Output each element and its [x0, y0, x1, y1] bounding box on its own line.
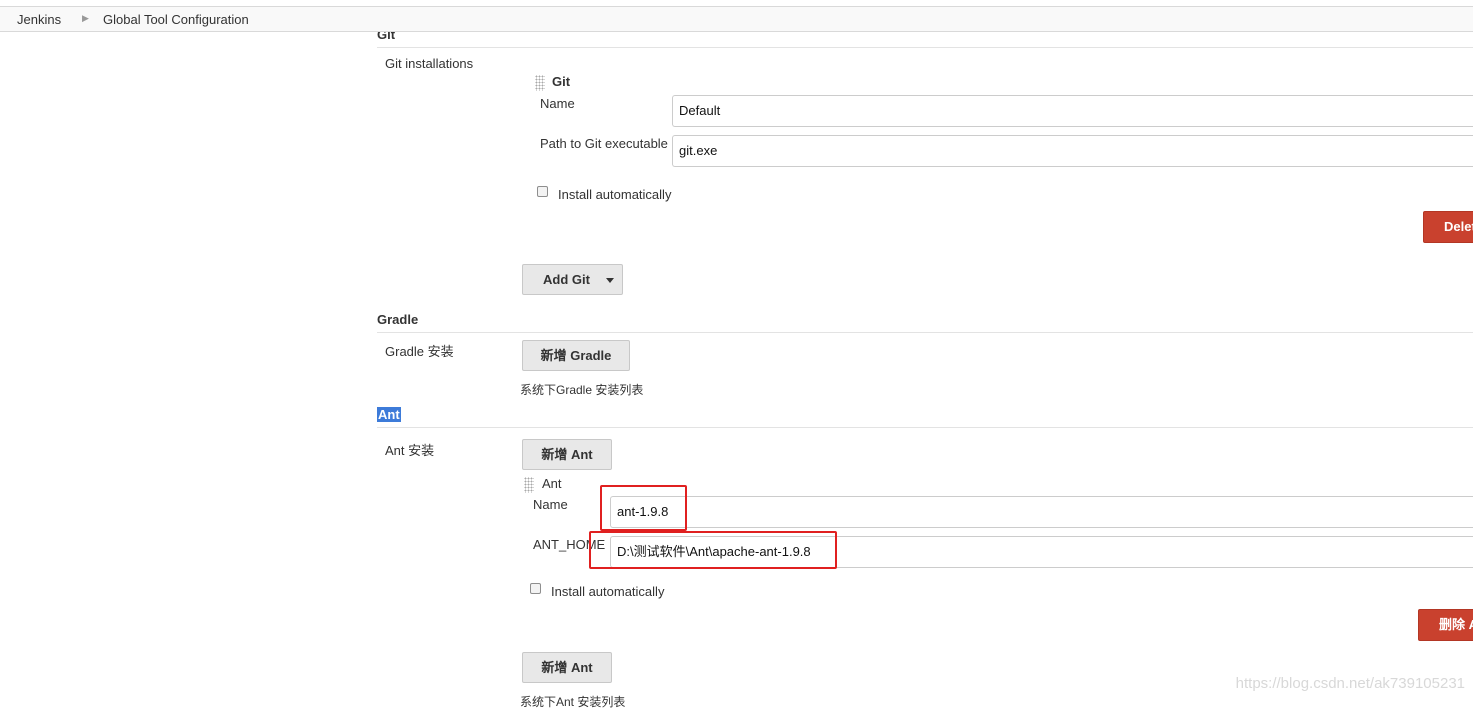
ant-item-title: Ant [542, 476, 562, 491]
caret-down-icon[interactable] [606, 278, 614, 283]
add-gradle-button[interactable]: 新增 Gradle [522, 340, 630, 371]
section-divider [377, 47, 1473, 48]
section-divider [377, 332, 1473, 333]
breadcrumb-global-tool-configuration[interactable]: Global Tool Configuration [103, 12, 249, 27]
chevron-right-icon: ▶ [82, 13, 89, 23]
drag-handle-icon[interactable] [524, 477, 534, 493]
gradle-install-label: Gradle 安装 [385, 344, 454, 359]
git-name-input[interactable]: Default [672, 95, 1473, 127]
ant-name-input[interactable]: ant-1.9.8 [610, 496, 1473, 528]
highlight-box [600, 485, 687, 531]
breadcrumb-jenkins[interactable]: Jenkins [17, 12, 61, 27]
section-title-gradle: Gradle [377, 312, 419, 327]
git-path-label: Path to Git executable [540, 136, 668, 151]
drag-handle-icon[interactable] [535, 75, 545, 91]
git-installations-label: Git installations [385, 56, 474, 71]
git-install-automatically-checkbox[interactable] [537, 186, 548, 197]
breadcrumb: Jenkins ▶ Global Tool Configuration [0, 6, 1473, 32]
add-git-label: Add Git [543, 272, 590, 287]
section-title-ant: Ant [377, 407, 401, 422]
watermark: https://blog.csdn.net/ak739105231 [1235, 675, 1465, 692]
git-install-automatically-label: Install automatically [558, 187, 672, 202]
gradle-help-text: 系统下Gradle 安装列表 [520, 383, 644, 397]
ant-install-automatically-checkbox[interactable] [530, 583, 541, 594]
section-title-ant-text: Ant [377, 407, 401, 422]
section-divider [377, 427, 1473, 428]
ant-name-label: Name [533, 497, 568, 512]
ant-install-automatically-label: Install automatically [551, 584, 665, 599]
delete-git-button[interactable]: Delete Git [1423, 211, 1473, 264]
git-name-label: Name [540, 96, 575, 111]
git-path-input[interactable]: git.exe [672, 135, 1473, 167]
git-item-title: Git [552, 74, 571, 89]
highlight-box [589, 531, 837, 569]
add-ant-button-bottom[interactable]: 新增 Ant [522, 652, 612, 683]
add-ant-button[interactable]: 新增 Ant [522, 439, 612, 470]
ant-help-text: 系统下Ant 安装列表 [520, 695, 626, 709]
add-git-button[interactable]: Add Git [522, 264, 623, 295]
delete-ant-button[interactable]: 删除 Ant [1418, 609, 1473, 641]
ant-install-label: Ant 安装 [385, 443, 435, 458]
